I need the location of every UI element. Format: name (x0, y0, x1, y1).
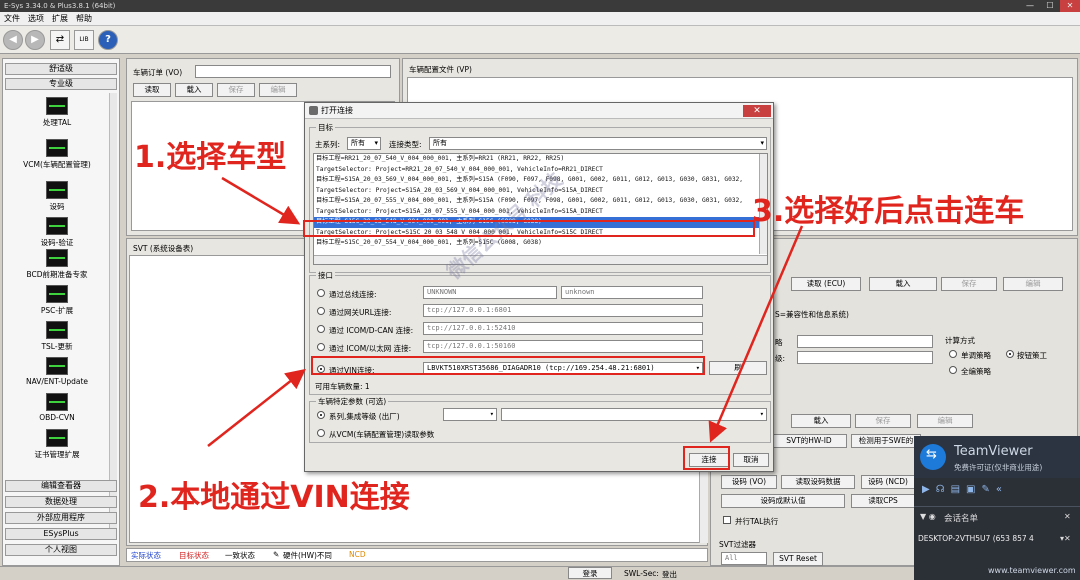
teamviewer-device[interactable]: DESKTOP-2VTH5U7 (653 857 4 (918, 534, 1034, 543)
teamviewer-panel: TeamViewer 免费许可证(仅非商业用途) ▶☊▤▣✎« ▼ ◉ 会话名单… (914, 436, 1080, 580)
teamviewer-session-icon: ▼ ◉ (920, 512, 936, 521)
arrow-step3 (708, 225, 804, 443)
arrow-step2 (207, 368, 306, 447)
teamviewer-brand: TeamViewer (954, 444, 1033, 459)
annotation-step3: 3.选择好后点击连车 (752, 194, 1025, 229)
teamviewer-close-icon[interactable]: ✕ (1064, 512, 1071, 521)
annotation-step1: 1.选择车型 (134, 140, 287, 175)
arrow-step1 (221, 176, 301, 225)
teamviewer-logo-icon (920, 444, 946, 470)
teamviewer-url[interactable]: www.teamviewer.com (988, 566, 1076, 575)
annotation-step2: 2.本地通过VIN连接 (138, 480, 410, 515)
teamviewer-divider (914, 506, 1080, 507)
teamviewer-toolbar-icons[interactable]: ▶☊▤▣✎« (922, 484, 1008, 495)
teamviewer-session-list: 会话名单 (944, 514, 979, 524)
teamviewer-license: 免费许可证(仅非商业用途) (954, 463, 1043, 472)
teamviewer-header: TeamViewer 免费许可证(仅非商业用途) (914, 436, 1080, 478)
teamviewer-device-actions[interactable]: ▾✕ (1060, 534, 1071, 543)
